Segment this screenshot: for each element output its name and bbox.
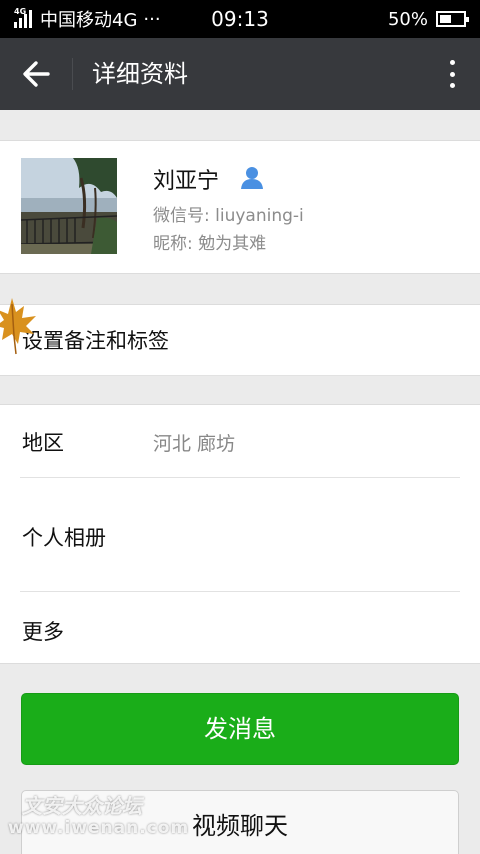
person-icon bbox=[241, 167, 263, 189]
more-menu-button[interactable] bbox=[442, 54, 462, 94]
status-bar-right: 50% bbox=[387, 0, 469, 38]
watermark-cn: 文安大众论坛 bbox=[22, 794, 142, 818]
nickname: 昵称: 勉为其难 bbox=[153, 234, 267, 254]
photo-album-row[interactable]: 个人相册 bbox=[0, 478, 480, 591]
more-label: 更多 bbox=[22, 620, 64, 644]
watermark-url: www.iwenan.com bbox=[8, 818, 190, 838]
row-divider bbox=[20, 375, 460, 376]
arrow-left-icon bbox=[23, 61, 50, 87]
more-vertical-icon bbox=[449, 60, 455, 65]
status-bar: 4G 中国移动4G ··· 09:13 50% bbox=[0, 0, 480, 38]
contact-name: 刘亚宁 bbox=[153, 169, 220, 194]
battery-icon bbox=[436, 11, 469, 27]
region-label: 地区 bbox=[22, 431, 64, 455]
avatar-image bbox=[21, 158, 117, 254]
info-list: 地区 河北 廊坊 个人相册 更多 bbox=[0, 404, 480, 664]
page-title: 详细资料 bbox=[92, 60, 188, 88]
set-remark-tags-row[interactable]: 设置备注和标签 bbox=[0, 304, 480, 376]
photo-album-label: 个人相册 bbox=[22, 526, 106, 550]
title-divider bbox=[72, 58, 73, 90]
region-value: 河北 廊坊 bbox=[153, 433, 236, 455]
set-remark-tags-label: 设置备注和标签 bbox=[22, 329, 169, 353]
maple-leaf-icon bbox=[0, 298, 36, 355]
more-row[interactable]: 更多 bbox=[0, 592, 480, 664]
battery-percent: 50% bbox=[387, 8, 428, 30]
avatar[interactable] bbox=[21, 158, 117, 254]
region-row[interactable]: 地区 河北 廊坊 bbox=[0, 405, 480, 477]
title-bar: 详细资料 bbox=[0, 38, 480, 110]
send-message-button[interactable]: 发消息 bbox=[21, 693, 459, 765]
profile-card[interactable]: 刘亚宁 微信号: liuyaning-i 昵称: 勉为其难 bbox=[0, 140, 480, 274]
battery-fill bbox=[440, 15, 451, 23]
wechat-id: 微信号: liuyaning-i bbox=[153, 206, 304, 226]
back-button[interactable] bbox=[14, 52, 58, 96]
